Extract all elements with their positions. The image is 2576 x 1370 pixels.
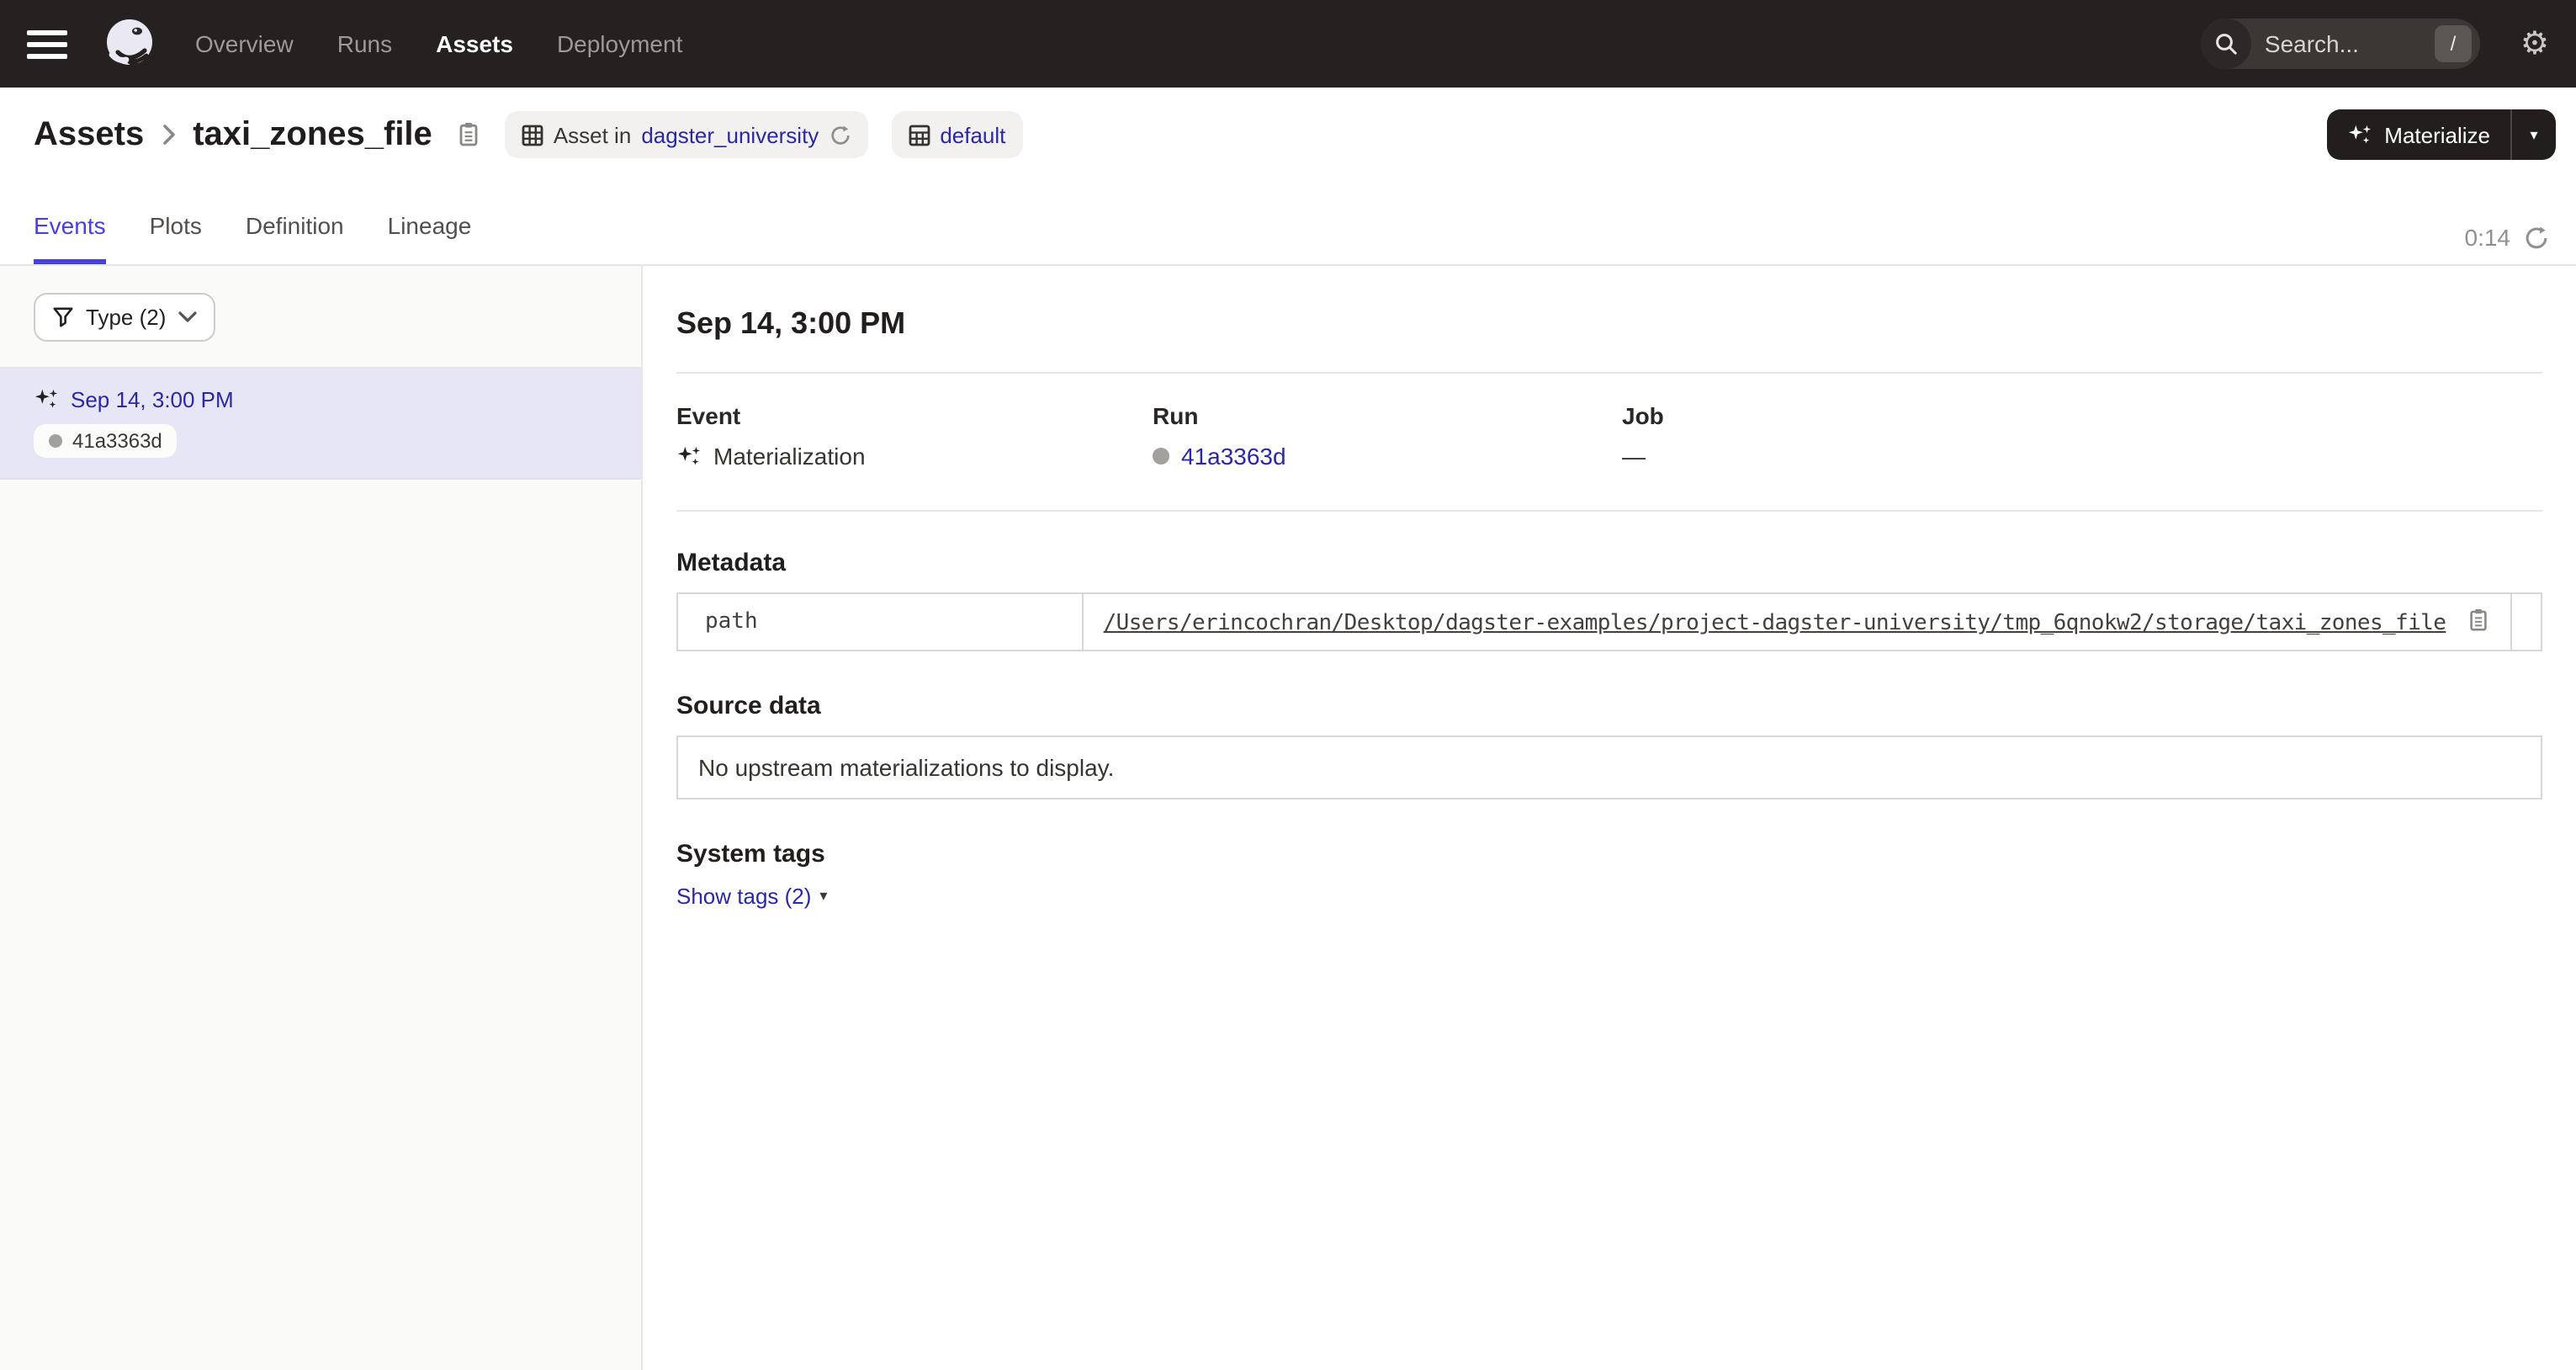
breadcrumb: Assets taxi_zones_file (34, 115, 481, 154)
type-filter-button[interactable]: Type (2) (34, 293, 215, 342)
primary-nav: Overview Runs Assets Deployment (195, 30, 682, 57)
run-label: Run (1153, 402, 1622, 429)
search-placeholder: Search... (2251, 30, 2435, 57)
run-column: Run 41a3363d (1153, 402, 1622, 470)
grid-icon (908, 124, 930, 146)
event-type-value: Materialization (713, 443, 866, 470)
event-label: Event (676, 402, 1153, 429)
metadata-heading: Metadata (676, 549, 2542, 577)
sparkle-icon (2347, 122, 2372, 147)
reload-location-icon[interactable] (829, 124, 851, 146)
materialize-split-button: Materialize ▾ (2327, 109, 2556, 160)
event-column: Event Materialization (676, 402, 1153, 470)
group-link[interactable]: default (940, 122, 1005, 147)
source-data-heading: Source data (676, 692, 2542, 720)
materialize-dropdown-button[interactable]: ▾ (2512, 109, 2556, 160)
filter-icon (52, 306, 74, 328)
auto-refresh: 0:14 (2465, 224, 2550, 251)
refresh-countdown: 0:14 (2465, 224, 2511, 251)
gear-icon[interactable]: ⚙ (2520, 28, 2549, 60)
breadcrumb-assets[interactable]: Assets (34, 115, 144, 154)
tab-events[interactable]: Events (34, 182, 106, 264)
job-column: Job — (1622, 402, 2542, 470)
chevron-down-icon (178, 311, 196, 323)
event-detail-panel: Sep 14, 3:00 PM Event Materialization Ru… (643, 266, 2576, 1370)
content-area: Type (2) Sep 14, 3:00 PM 41a3363d (0, 266, 2576, 1370)
page-header: Assets taxi_zones_file Asset in dagster_… (0, 88, 2576, 182)
copy-asset-name-icon[interactable] (456, 121, 481, 148)
divider (676, 510, 2542, 512)
event-timestamp-link[interactable]: Sep 14, 3:00 PM (71, 387, 234, 412)
tab-definition[interactable]: Definition (246, 182, 344, 264)
code-location-link[interactable]: dagster_university (641, 122, 819, 147)
events-sidebar: Type (2) Sep 14, 3:00 PM 41a3363d (0, 266, 643, 1370)
tab-plots[interactable]: Plots (150, 182, 202, 264)
event-list-item[interactable]: Sep 14, 3:00 PM 41a3363d (0, 369, 641, 480)
run-status-dot (1153, 448, 1169, 465)
show-tags-label: Show tags (2) (676, 884, 811, 909)
code-location-tag: Asset in dagster_university (505, 111, 868, 158)
nav-overview[interactable]: Overview (195, 30, 294, 57)
search-input[interactable]: Search... / (2201, 19, 2480, 69)
tab-lineage[interactable]: Lineage (388, 182, 472, 264)
table-row: path /Users/erincochran/Desktop/dagster-… (677, 593, 2542, 650)
materialization-sparkle-icon (676, 443, 702, 469)
job-label: Job (1622, 402, 2542, 429)
nav-runs[interactable]: Runs (337, 30, 392, 57)
event-info-grid: Event Materialization Run 41a3363d Job — (676, 402, 2542, 470)
chevron-right-icon (161, 123, 176, 146)
tab-bar: Events Plots Definition Lineage 0:14 (0, 182, 2576, 266)
event-detail-title: Sep 14, 3:00 PM (676, 306, 2542, 342)
system-tags-heading: System tags (676, 840, 2542, 868)
source-data-empty-box: No upstream materializations to display. (676, 735, 2542, 799)
dagster-logo-icon[interactable] (101, 15, 158, 72)
materialize-button[interactable]: Materialize (2327, 109, 2510, 160)
metadata-table: path /Users/erincochran/Desktop/dagster-… (676, 592, 2542, 651)
materialization-sparkle-icon (34, 387, 59, 412)
code-location-prefix: Asset in (554, 122, 632, 147)
app-root: Overview Runs Assets Deployment Search..… (0, 0, 2576, 1370)
materialize-label: Materialize (2384, 122, 2490, 147)
path-link[interactable]: /Users/erincochran/Desktop/dagster-examp… (1104, 611, 2446, 636)
group-tag: default (891, 111, 1022, 158)
run-id-link[interactable]: 41a3363d (1181, 443, 1286, 470)
caret-down-icon: ▾ (819, 887, 827, 905)
top-nav: Overview Runs Assets Deployment Search..… (0, 0, 2576, 88)
refresh-icon[interactable] (2524, 225, 2549, 250)
event-list: Sep 14, 3:00 PM 41a3363d (0, 367, 641, 480)
hamburger-menu-icon[interactable] (27, 24, 67, 64)
copy-path-icon[interactable] (2466, 608, 2489, 633)
metadata-spacer-cell (2510, 593, 2542, 650)
source-data-empty-message: No upstream materializations to display. (698, 754, 1114, 781)
nav-deployment[interactable]: Deployment (557, 30, 682, 57)
search-shortcut-key: / (2435, 25, 2472, 62)
show-tags-toggle[interactable]: Show tags (2) ▾ (676, 884, 827, 909)
grid-icon (522, 124, 543, 146)
divider (676, 372, 2542, 374)
run-status-dot (49, 434, 62, 448)
page-title: taxi_zones_file (193, 115, 432, 154)
search-icon (2201, 19, 2251, 69)
job-value: — (1622, 443, 1646, 470)
metadata-value-cell: /Users/erincochran/Desktop/dagster-examp… (1083, 593, 2511, 650)
run-id-badge[interactable]: 41a3363d (34, 424, 178, 458)
nav-assets[interactable]: Assets (436, 30, 513, 57)
run-id-label: 41a3363d (72, 429, 162, 453)
metadata-key-cell: path (677, 593, 1083, 650)
type-filter-label: Type (2) (86, 305, 166, 330)
